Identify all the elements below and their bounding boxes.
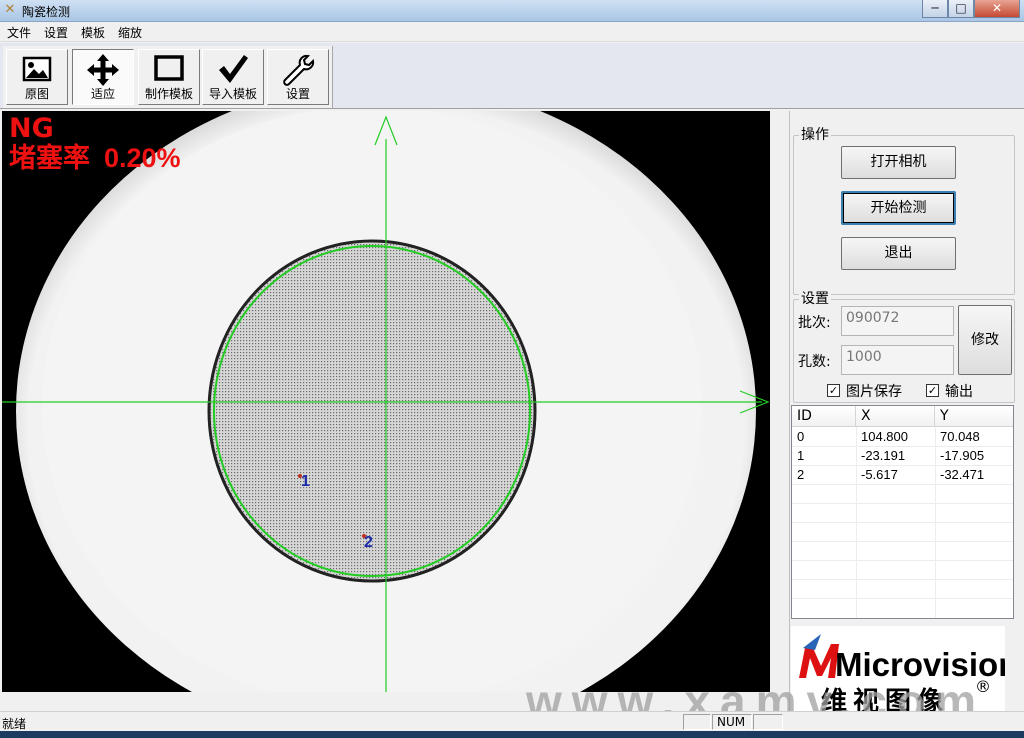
save-image-checkbox[interactable]: ✓	[827, 384, 840, 397]
table-header: ID X Y	[792, 406, 1013, 427]
settings-label: 设置	[285, 87, 310, 101]
menu-bar: 文件 设置 模板 缩放	[0, 22, 1024, 42]
import-template-button[interactable]: 导入模板	[202, 49, 264, 105]
menu-template[interactable]: 模板	[74, 22, 111, 41]
menu-settings[interactable]: 设置	[37, 22, 74, 41]
status-bar: 就绪 NUM	[0, 711, 1024, 731]
check-icon: ✓	[927, 384, 938, 397]
cell-id: 2	[797, 467, 805, 482]
taskbar	[0, 731, 1024, 738]
make-template-label: 制作模板	[144, 87, 193, 101]
ceramic-disc	[207, 239, 537, 583]
cell-y: -17.905	[940, 448, 985, 463]
import-template-label: 导入模板	[208, 87, 257, 101]
column-header-y[interactable]: Y	[935, 406, 1013, 427]
cell-y: 70.048	[940, 429, 980, 444]
modify-button[interactable]: 修改	[958, 305, 1012, 375]
toolbar-button-group: 原图 适应 制作模板 导入模板 设置	[3, 46, 333, 108]
maximize-button[interactable]: □	[948, 0, 974, 18]
output-label: 输出	[945, 384, 973, 400]
holes-field[interactable]: 1000	[841, 345, 954, 375]
num-lock-indicator: NUM	[712, 714, 752, 730]
column-header-x[interactable]: X	[856, 406, 935, 427]
control-panel: 操作 打开相机 开始检测 退出 设置 批次: 090072 孔数: 1000 修…	[789, 111, 1024, 717]
table-row[interactable]: 0 104.800 70.048	[792, 428, 1013, 447]
wrench-icon	[268, 53, 328, 87]
settings-button[interactable]: 设置	[267, 49, 329, 105]
make-template-button[interactable]: 制作模板	[138, 49, 200, 105]
view-gutter	[770, 111, 788, 711]
settings-legend: 设置	[799, 291, 831, 307]
cell-id: 1	[797, 448, 805, 463]
exit-button[interactable]: 退出	[841, 237, 956, 270]
status-text: 就绪	[2, 717, 27, 731]
original-image-label: 原图	[24, 87, 49, 101]
table-row[interactable]: 2 -5.617 -32.471	[792, 466, 1013, 485]
fit-button[interactable]: 适应	[72, 49, 134, 105]
fit-label: 适应	[90, 87, 115, 101]
block-rate-value: 0.20%	[104, 143, 181, 173]
camera-image-view[interactable]: 1 2 NG 堵塞率 0.20%	[2, 111, 770, 692]
cell-x: 104.800	[861, 429, 908, 444]
cell-x: -5.617	[861, 467, 898, 482]
block-rate-label: 堵塞率	[9, 143, 90, 174]
column-header-id[interactable]: ID	[792, 406, 856, 427]
inspection-image: 1 2	[2, 111, 770, 692]
app-icon: ✕	[4, 2, 16, 17]
minimize-button[interactable]: ─	[922, 0, 948, 18]
defect-label-2: 2	[364, 534, 373, 551]
result-status: NG	[9, 113, 54, 144]
logo-m-mark	[799, 644, 839, 678]
original-image-button[interactable]: 原图	[6, 49, 68, 105]
close-button[interactable]: ✕	[974, 0, 1020, 18]
cell-id: 0	[797, 429, 805, 444]
cell-y: -32.471	[940, 467, 985, 482]
block-rate: 堵塞率 0.20%	[9, 143, 181, 174]
cell-x: -23.191	[861, 448, 906, 463]
check-icon: ✓	[828, 384, 839, 397]
title-bar: ✕ 陶瓷检测 ─ □ ✕	[0, 0, 1024, 22]
picture-icon	[7, 53, 67, 87]
menu-file[interactable]: 文件	[0, 22, 37, 41]
batch-field[interactable]: 090072	[841, 306, 954, 336]
checkmark-icon	[203, 53, 263, 87]
holes-label: 孔数:	[798, 354, 831, 370]
table-row[interactable]: 1 -23.191 -17.905	[792, 447, 1013, 466]
move-arrows-icon	[73, 53, 133, 87]
save-image-label: 图片保存	[846, 384, 902, 400]
open-camera-button[interactable]: 打开相机	[841, 146, 956, 179]
defect-label-1: 1	[301, 473, 310, 490]
output-checkbox[interactable]: ✓	[926, 384, 939, 397]
menu-zoom[interactable]: 缩放	[111, 22, 148, 41]
rectangle-icon	[139, 53, 199, 87]
status-pane-empty-2	[753, 714, 783, 730]
operation-legend: 操作	[799, 127, 831, 143]
defect-table[interactable]: ID X Y 0 104.800 70.048 1 -23.191 -17.90…	[791, 405, 1014, 619]
status-pane-empty	[683, 714, 711, 730]
window-title: 陶瓷检测	[22, 5, 71, 19]
batch-label: 批次:	[798, 315, 831, 331]
toolbar: 原图 适应 制作模板 导入模板 设置	[0, 43, 1024, 109]
start-detect-button[interactable]: 开始检测	[841, 191, 956, 225]
